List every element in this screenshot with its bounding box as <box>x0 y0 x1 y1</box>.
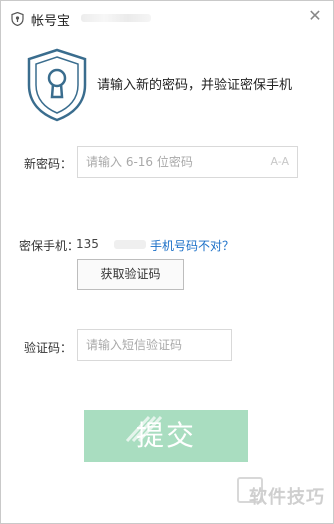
window-title: 帐号宝 <box>31 14 71 29</box>
close-button[interactable]: ✕ <box>306 7 324 25</box>
title-bar: 帐号宝 ✕ <box>1 1 333 35</box>
verification-code-label: 验证码： <box>24 341 73 355</box>
watermark-text: 软件技巧 <box>249 487 325 508</box>
watermark-stripes-icon <box>125 415 163 443</box>
new-password-placeholder: 请输入 6-16 位密码 <box>86 155 193 169</box>
shield-logo-icon <box>11 12 24 26</box>
title-masked-account <box>81 14 151 22</box>
verification-code-input[interactable]: 请输入短信验证码 <box>77 329 232 361</box>
verification-code-placeholder: 请输入短信验证码 <box>86 338 183 352</box>
new-password-input[interactable]: 请输入 6-16 位密码 A-A <box>77 146 298 178</box>
new-password-label: 新密码： <box>24 157 73 171</box>
phone-masked-digits <box>114 240 146 249</box>
show-password-icon[interactable]: A-A <box>270 147 289 177</box>
security-phone-value: 135 <box>76 237 99 251</box>
dialog-window: 帐号宝 ✕ 请输入新的密码，并验证密保手机 新密码： 请输入 6-16 位密码 … <box>0 0 334 524</box>
get-code-button[interactable]: 获取验证码 <box>77 259 184 290</box>
phone-wrong-link[interactable]: 手机号码不对？ <box>150 237 234 254</box>
instruction-headline: 请输入新的密码，并验证密保手机 <box>97 78 293 93</box>
shield-keyhole-icon <box>27 48 87 122</box>
security-phone-label: 密保手机： <box>19 239 80 253</box>
